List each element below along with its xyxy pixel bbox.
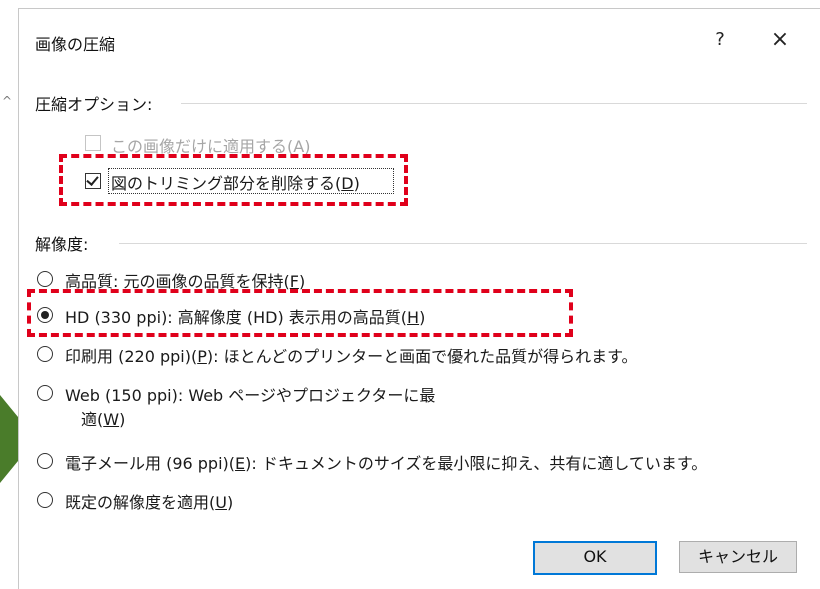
option-text: 適( — [81, 410, 104, 429]
option-text: 電子メール用 (96 ppi)( — [65, 454, 236, 473]
apply-only-this-checkbox[interactable] — [85, 135, 101, 151]
radio-high-fidelity[interactable] — [37, 271, 53, 287]
mnemonic-e: E — [235, 454, 246, 473]
option-text: 印刷用 (220 ppi)( — [65, 347, 198, 366]
option-text-end: ) — [119, 410, 126, 429]
close-button[interactable]: × — [763, 25, 797, 55]
radio-default-resolution-label[interactable]: 既定の解像度を適用(U) — [65, 489, 233, 513]
mnemonic-p: P — [197, 347, 207, 366]
group-divider — [181, 103, 807, 104]
annotation-highlight-radio — [27, 289, 573, 337]
radio-print-220-label[interactable]: 印刷用 (220 ppi)(P): ほとんどのプリンターと画面で優れた品質が得ら… — [65, 343, 638, 367]
resolution-label: 解像度: — [35, 235, 89, 254]
option-text-end: ): ドキュメントのサイズを最小限に抑え、共有に適しています。 — [245, 454, 708, 473]
cancel-button[interactable]: キャンセル — [679, 541, 797, 573]
help-button[interactable]: ? — [705, 25, 735, 55]
compression-options-label: 圧縮オプション: — [35, 95, 153, 114]
compress-pictures-dialog: 画像の圧縮 ? × 圧縮オプション: この画像だけに適用する(A) 図のトリミン… — [18, 8, 820, 589]
dialog-title: 画像の圧縮 — [35, 35, 116, 54]
radio-email-96-label[interactable]: 電子メール用 (96 ppi)(E): ドキュメントのサイズを最小限に抑え、共有… — [65, 450, 707, 474]
radio-email-96[interactable] — [37, 453, 53, 469]
mnemonic-w: W — [103, 410, 120, 429]
annotation-highlight-checkbox — [59, 154, 408, 206]
caret-icon: ^ — [2, 94, 13, 108]
option-text: 既定の解像度を適用( — [65, 493, 216, 512]
radio-default-resolution[interactable] — [37, 492, 53, 508]
radio-web-150-label-line2[interactable]: 適(W) — [81, 406, 125, 430]
ok-button[interactable]: OK — [533, 541, 657, 575]
option-text-end: ): ほとんどのプリンターと画面で優れた品質が得られます。 — [206, 347, 638, 366]
radio-web-150[interactable] — [37, 385, 53, 401]
radio-web-150-label[interactable]: Web (150 ppi): Web ページやプロジェクターに最 — [65, 382, 435, 406]
radio-print-220[interactable] — [37, 346, 53, 362]
group-divider — [119, 243, 807, 244]
option-text-end: ) — [226, 493, 234, 512]
mnemonic-u: U — [215, 493, 227, 512]
